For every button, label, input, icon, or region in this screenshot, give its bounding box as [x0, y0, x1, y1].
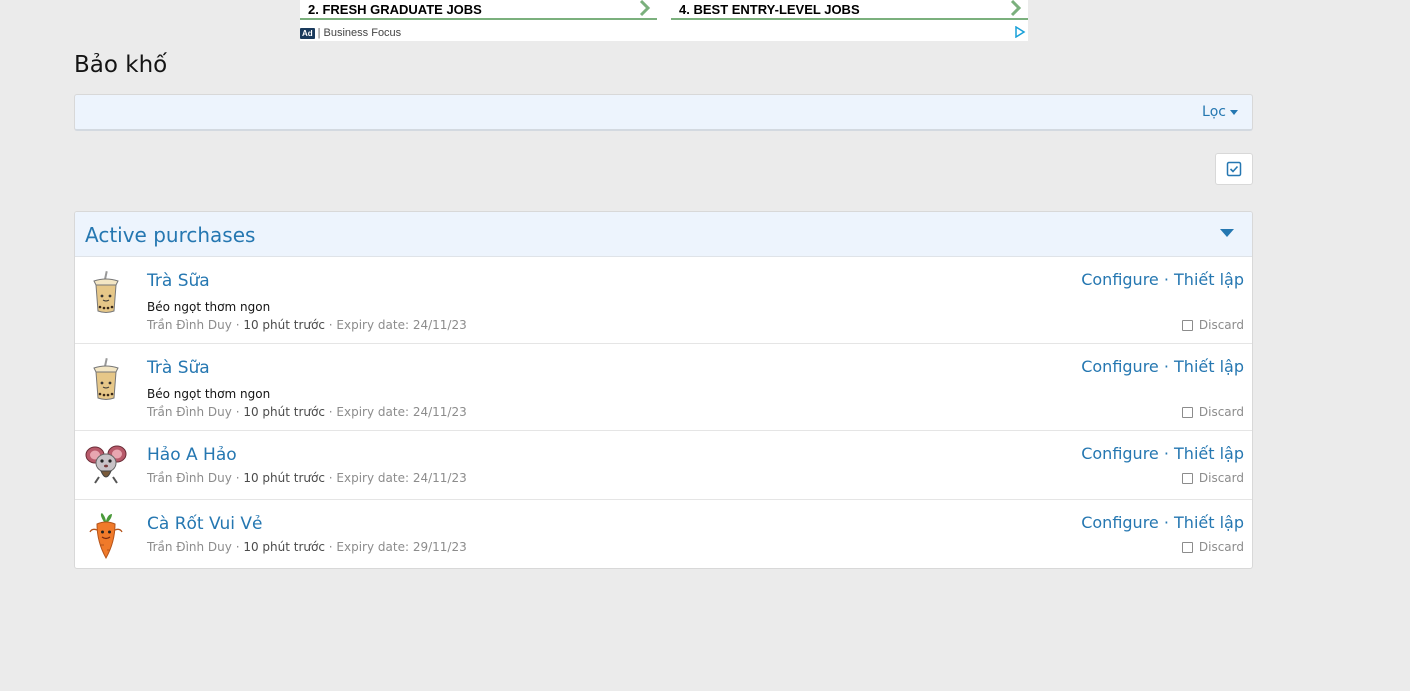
item-time: 10 phút trước: [243, 540, 325, 554]
discard-option[interactable]: Discard: [1181, 471, 1244, 485]
setup-link[interactable]: Thiết lập: [1174, 357, 1244, 376]
ad-choices-icon[interactable]: [1014, 26, 1026, 38]
carrot-icon: [89, 513, 123, 560]
list-item: Hảo A Hảo Trần Đình Duy · 10 phút trước …: [75, 431, 1252, 500]
item-title[interactable]: Hảo A Hảo: [147, 445, 237, 465]
item-description: Béo ngọt thơm ngon: [147, 387, 271, 401]
action-separator: ·: [1158, 444, 1175, 463]
item-time: 10 phút trước: [243, 318, 325, 332]
item-author[interactable]: Trần Đình Duy: [147, 318, 232, 332]
discard-option[interactable]: Discard: [1181, 318, 1244, 332]
item-actions: Configure · Thiết lập: [1081, 513, 1244, 532]
item-actions: Configure · Thiết lập: [1081, 270, 1244, 289]
discard-label: Discard: [1198, 318, 1244, 332]
discard-label: Discard: [1198, 405, 1244, 419]
ad-link-text: FRESH GRADUATE JOBS: [322, 1, 482, 17]
ad-link-text: BEST ENTRY-LEVEL JOBS: [693, 1, 860, 17]
action-separator: ·: [1158, 513, 1175, 532]
meta-separator: ·: [231, 405, 244, 419]
action-separator: ·: [1158, 357, 1175, 376]
configure-link[interactable]: Configure: [1081, 357, 1159, 376]
checkbox-checked-icon: [1226, 161, 1242, 177]
filter-button[interactable]: Lọc: [1202, 104, 1238, 120]
meta-separator: ·: [324, 471, 337, 485]
item-author[interactable]: Trần Đình Duy: [147, 540, 232, 554]
meta-separator: ·: [324, 540, 337, 554]
setup-link[interactable]: Thiết lập: [1174, 270, 1244, 289]
collapse-toggle-icon[interactable]: [1220, 229, 1234, 237]
configure-link[interactable]: Configure: [1081, 270, 1159, 289]
bubble-tea-icon: [93, 271, 119, 313]
page-title: Bảo khố: [74, 52, 168, 78]
discard-option[interactable]: Discard: [1181, 540, 1244, 554]
ad-banner: 2. FRESH GRADUATE JOBS 4. BEST ENTRY-LEV…: [300, 0, 1028, 41]
ad-link-fresh-graduate-jobs[interactable]: 2. FRESH GRADUATE JOBS: [300, 0, 657, 20]
discard-checkbox[interactable]: [1181, 319, 1193, 331]
discard-checkbox[interactable]: [1181, 406, 1193, 418]
ad-link-number: 2.: [308, 1, 319, 17]
ad-separator: |: [317, 27, 321, 39]
setup-link[interactable]: Thiết lập: [1174, 513, 1244, 532]
item-time: 10 phút trước: [243, 471, 325, 485]
filter-bar: Lọc: [74, 94, 1253, 131]
item-meta: Trần Đình Duy · 10 phút trước · Expiry d…: [147, 471, 467, 485]
ad-link-best-entry-level-jobs[interactable]: 4. BEST ENTRY-LEVEL JOBS: [671, 0, 1028, 20]
chevron-right-icon: [1010, 0, 1022, 17]
item-meta: Trần Đình Duy · 10 phút trước · Expiry d…: [147, 405, 467, 419]
item-title[interactable]: Trà Sữa: [147, 358, 210, 378]
active-purchases-block: Active purchases Trà Sữa Béo ngọt thơm n…: [74, 211, 1253, 569]
item-description: Béo ngọt thơm ngon: [147, 300, 271, 314]
select-all-button[interactable]: [1215, 153, 1253, 185]
item-title[interactable]: Cà Rốt Vui Vẻ: [147, 514, 262, 534]
list-item: Trà Sữa Béo ngọt thơm ngon Trần Đình Duy…: [75, 344, 1252, 431]
configure-link[interactable]: Configure: [1081, 513, 1159, 532]
configure-link[interactable]: Configure: [1081, 444, 1159, 463]
item-expiry: Expiry date: 24/11/23: [336, 471, 467, 485]
ad-badge: Ad: [300, 27, 315, 39]
bubble-tea-icon: [93, 358, 119, 400]
item-meta: Trần Đình Duy · 10 phút trước · Expiry d…: [147, 540, 467, 554]
block-header: Active purchases: [75, 212, 1252, 257]
meta-separator: ·: [231, 318, 244, 332]
filter-label: Lọc: [1201, 104, 1226, 120]
ad-link-number: 4.: [679, 1, 690, 17]
item-author[interactable]: Trần Đình Duy: [147, 471, 232, 485]
item-author[interactable]: Trần Đình Duy: [147, 405, 232, 419]
chevron-right-icon: [639, 0, 651, 17]
meta-separator: ·: [231, 471, 244, 485]
discard-checkbox[interactable]: [1181, 472, 1193, 484]
ad-footer: Ad | Business Focus: [300, 26, 1028, 40]
item-meta: Trần Đình Duy · 10 phút trước · Expiry d…: [147, 318, 467, 332]
item-expiry: Expiry date: 24/11/23: [336, 405, 467, 419]
item-actions: Configure · Thiết lập: [1081, 444, 1244, 463]
item-expiry: Expiry date: 29/11/23: [336, 540, 467, 554]
meta-separator: ·: [324, 405, 337, 419]
setup-link[interactable]: Thiết lập: [1174, 444, 1244, 463]
meta-separator: ·: [231, 540, 244, 554]
mouse-icon: [85, 445, 127, 484]
caret-down-icon: [1230, 109, 1238, 115]
ad-source[interactable]: Business Focus: [324, 27, 402, 39]
discard-checkbox[interactable]: [1181, 541, 1193, 553]
discard-label: Discard: [1198, 471, 1244, 485]
action-separator: ·: [1158, 270, 1175, 289]
block-title: Active purchases: [85, 223, 256, 247]
list-item: Cà Rốt Vui Vẻ Trần Đình Duy · 10 phút tr…: [75, 500, 1252, 568]
item-time: 10 phút trước: [243, 405, 325, 419]
item-actions: Configure · Thiết lập: [1081, 357, 1244, 376]
item-title[interactable]: Trà Sữa: [147, 271, 210, 291]
item-expiry: Expiry date: 24/11/23: [336, 318, 467, 332]
meta-separator: ·: [324, 318, 337, 332]
discard-option[interactable]: Discard: [1181, 405, 1244, 419]
discard-label: Discard: [1198, 540, 1244, 554]
list-item: Trà Sữa Béo ngọt thơm ngon Trần Đình Duy…: [75, 257, 1252, 344]
